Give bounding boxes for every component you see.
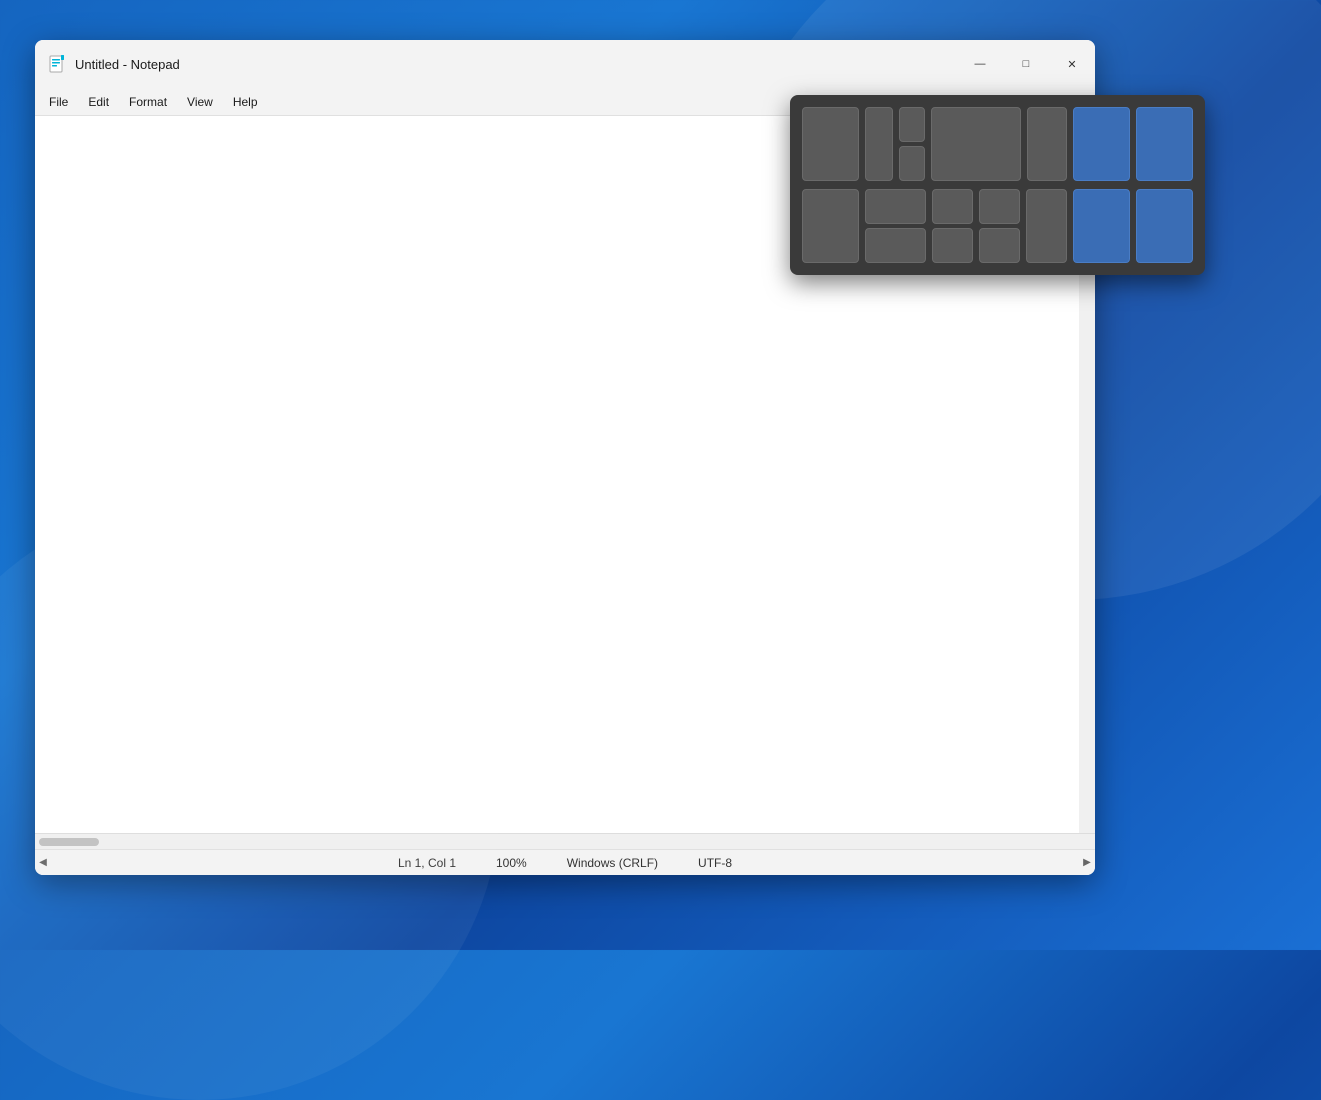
snap-layout-2-left[interactable] — [865, 107, 893, 181]
snap-layout-2-top[interactable] — [899, 107, 925, 142]
snap-row-2 — [802, 189, 1193, 263]
snap-layout-2-bottom[interactable] — [899, 146, 925, 181]
cursor-position: Ln 1, Col 1 — [398, 856, 456, 870]
title-bar: Untitled - Notepad — □ ✕ — [35, 40, 1095, 88]
snap-r2-layout-1[interactable] — [802, 189, 859, 263]
hscrollbar-thumb[interactable] — [39, 838, 99, 846]
snap-r2-layout-2-top[interactable] — [865, 189, 926, 224]
snap-r2-stack-left — [932, 189, 973, 263]
snap-r2-stack-right-bot[interactable] — [979, 228, 1020, 263]
horizontal-scrollbar[interactable] — [35, 833, 1095, 849]
status-bar-content: Ln 1, Col 1 100% Windows (CRLF) UTF-8 — [51, 856, 1079, 870]
snap-r2-stack-right-top[interactable] — [979, 189, 1020, 224]
title-bar-controls: — □ ✕ — [957, 40, 1095, 88]
snap-layouts-popup — [790, 95, 1205, 275]
menu-format[interactable]: Format — [119, 91, 177, 113]
scroll-right-button[interactable]: ▶ — [1079, 850, 1095, 876]
snap-r2-layout-2-bottom[interactable] — [865, 228, 926, 263]
snap-row-1 — [802, 107, 1193, 181]
snap-layout-6[interactable] — [1136, 107, 1193, 181]
encoding: UTF-8 — [698, 856, 732, 870]
zoom-level: 100% — [496, 856, 527, 870]
close-button[interactable]: ✕ — [1049, 40, 1095, 88]
snap-r2-layout-5[interactable] — [1073, 189, 1130, 263]
line-ending: Windows (CRLF) — [567, 856, 658, 870]
menu-edit[interactable]: Edit — [78, 91, 119, 113]
snap-r2-layout-2-stack — [865, 189, 926, 263]
snap-layout-4[interactable] — [1027, 107, 1067, 181]
snap-layout-5[interactable] — [1073, 107, 1130, 181]
maximize-button[interactable]: □ — [1003, 40, 1049, 88]
minimize-button[interactable]: — — [957, 40, 1003, 88]
menu-help[interactable]: Help — [223, 91, 268, 113]
snap-layout-1[interactable] — [802, 107, 859, 181]
snap-r2-layout-6[interactable] — [1136, 189, 1193, 263]
snap-layout-2-stack — [899, 107, 925, 181]
window-title: Untitled - Notepad — [75, 57, 180, 72]
snap-r2-layout-4[interactable] — [1026, 189, 1067, 263]
status-bar: ◀ Ln 1, Col 1 100% Windows (CRLF) UTF-8 … — [35, 849, 1095, 875]
snap-layout-3[interactable] — [931, 107, 1021, 181]
notepad-icon — [47, 54, 67, 74]
menu-view[interactable]: View — [177, 91, 223, 113]
snap-r2-stack-right — [979, 189, 1020, 263]
title-bar-left: Untitled - Notepad — [47, 54, 180, 74]
snap-r2-stack-left-top[interactable] — [932, 189, 973, 224]
scroll-left-button[interactable]: ◀ — [35, 850, 51, 876]
menu-file[interactable]: File — [39, 91, 78, 113]
snap-r2-stack-left-bot[interactable] — [932, 228, 973, 263]
